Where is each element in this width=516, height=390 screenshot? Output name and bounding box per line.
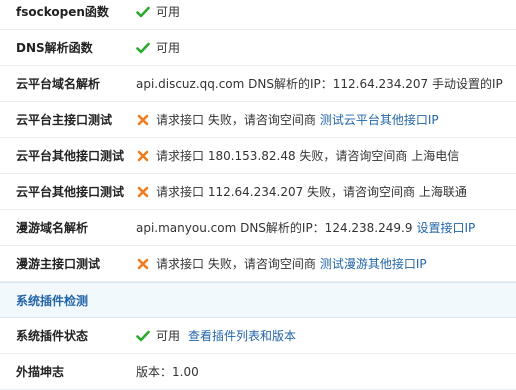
row-value: 请求接口 失败，请咨询空间商 测试云平台其他接口IP <box>136 111 516 128</box>
cross-icon <box>136 149 150 163</box>
table-row: 漫游域名解析 api.manyou.com DNS解析的IP：124.238.2… <box>0 210 516 246</box>
version-text: 版本：1.00 <box>136 365 199 379</box>
row-value: 版本：1.00 <box>136 363 516 380</box>
table-row: 云平台主接口测试 请求接口 失败，请咨询空间商 测试云平台其他接口IP <box>0 102 516 138</box>
row-value: api.discuz.qq.com DNS解析的IP：112.64.234.20… <box>136 75 516 92</box>
test-cloud-other-ip-link[interactable]: 测试云平台其他接口IP <box>320 111 439 128</box>
set-interface-ip-link[interactable]: 设置接口IP <box>416 219 475 236</box>
table-row: 外描坤志 版本：1.00 <box>0 354 516 390</box>
test-manyou-other-ip-link[interactable]: 测试漫游其他接口IP <box>320 255 427 272</box>
check-icon <box>136 5 150 19</box>
status-text: 可用 <box>156 329 181 343</box>
row-label: 云平台域名解析 <box>16 77 101 91</box>
section-header-plugin-check: 系统插件检测 <box>0 282 516 318</box>
cross-icon <box>136 185 150 199</box>
cross-icon <box>136 257 150 271</box>
row-label: fsockopen函数 <box>16 5 109 19</box>
status-text: 可用 <box>156 5 181 19</box>
row-value: 可用 <box>136 3 516 20</box>
status-text: 请求接口 失败，请咨询空间商 <box>156 257 316 271</box>
table-row: 系统插件状态 可用 查看插件列表和版本 <box>0 318 516 354</box>
view-plugin-list-link[interactable]: 查看插件列表和版本 <box>188 327 296 344</box>
table-row: 云平台其他接口测试 请求接口 112.64.234.207 失败，请咨询空间商 … <box>0 174 516 210</box>
row-value: api.manyou.com DNS解析的IP：124.238.249.9 设置… <box>136 219 516 236</box>
diagnostics-table: fsockopen函数 可用 DNS解析函数 可用 云平台域名解析 api.di… <box>0 0 516 390</box>
table-row: 漫游主接口测试 请求接口 失败，请咨询空间商 测试漫游其他接口IP <box>0 246 516 282</box>
row-label: 云平台其他接口测试 <box>16 149 125 163</box>
row-value: 请求接口 112.64.234.207 失败，请咨询空间商 上海联通 <box>136 183 516 200</box>
status-text: 可用 <box>156 41 181 55</box>
status-text: 请求接口 180.153.82.48 失败，请咨询空间商 上海电信 <box>156 149 460 163</box>
table-row: fsockopen函数 可用 <box>0 0 516 30</box>
dns-result-text: api.manyou.com DNS解析的IP：124.238.249.9 <box>136 221 413 235</box>
row-label: 漫游域名解析 <box>16 221 89 235</box>
row-value: 可用 <box>136 39 516 56</box>
check-icon <box>136 41 150 55</box>
row-label: DNS解析函数 <box>16 41 93 55</box>
row-label: 云平台其他接口测试 <box>16 185 125 199</box>
status-text: 请求接口 失败，请咨询空间商 <box>156 113 316 127</box>
row-label: 系统插件状态 <box>16 329 89 343</box>
row-label: 漫游主接口测试 <box>16 257 101 271</box>
row-value: 请求接口 180.153.82.48 失败，请咨询空间商 上海电信 <box>136 147 516 164</box>
row-value: 请求接口 失败，请咨询空间商 测试漫游其他接口IP <box>136 255 516 272</box>
check-icon <box>136 329 150 343</box>
row-label: 云平台主接口测试 <box>16 113 113 127</box>
row-value: 可用 查看插件列表和版本 <box>136 327 516 344</box>
status-text: 请求接口 112.64.234.207 失败，请咨询空间商 上海联通 <box>156 185 467 199</box>
cross-icon <box>136 113 150 127</box>
table-row: 云平台域名解析 api.discuz.qq.com DNS解析的IP：112.6… <box>0 66 516 102</box>
dns-result-text: api.discuz.qq.com DNS解析的IP：112.64.234.20… <box>136 77 503 91</box>
row-label: 外描坤志 <box>16 365 65 379</box>
table-row: DNS解析函数 可用 <box>0 30 516 66</box>
table-row: 云平台其他接口测试 请求接口 180.153.82.48 失败，请咨询空间商 上… <box>0 138 516 174</box>
